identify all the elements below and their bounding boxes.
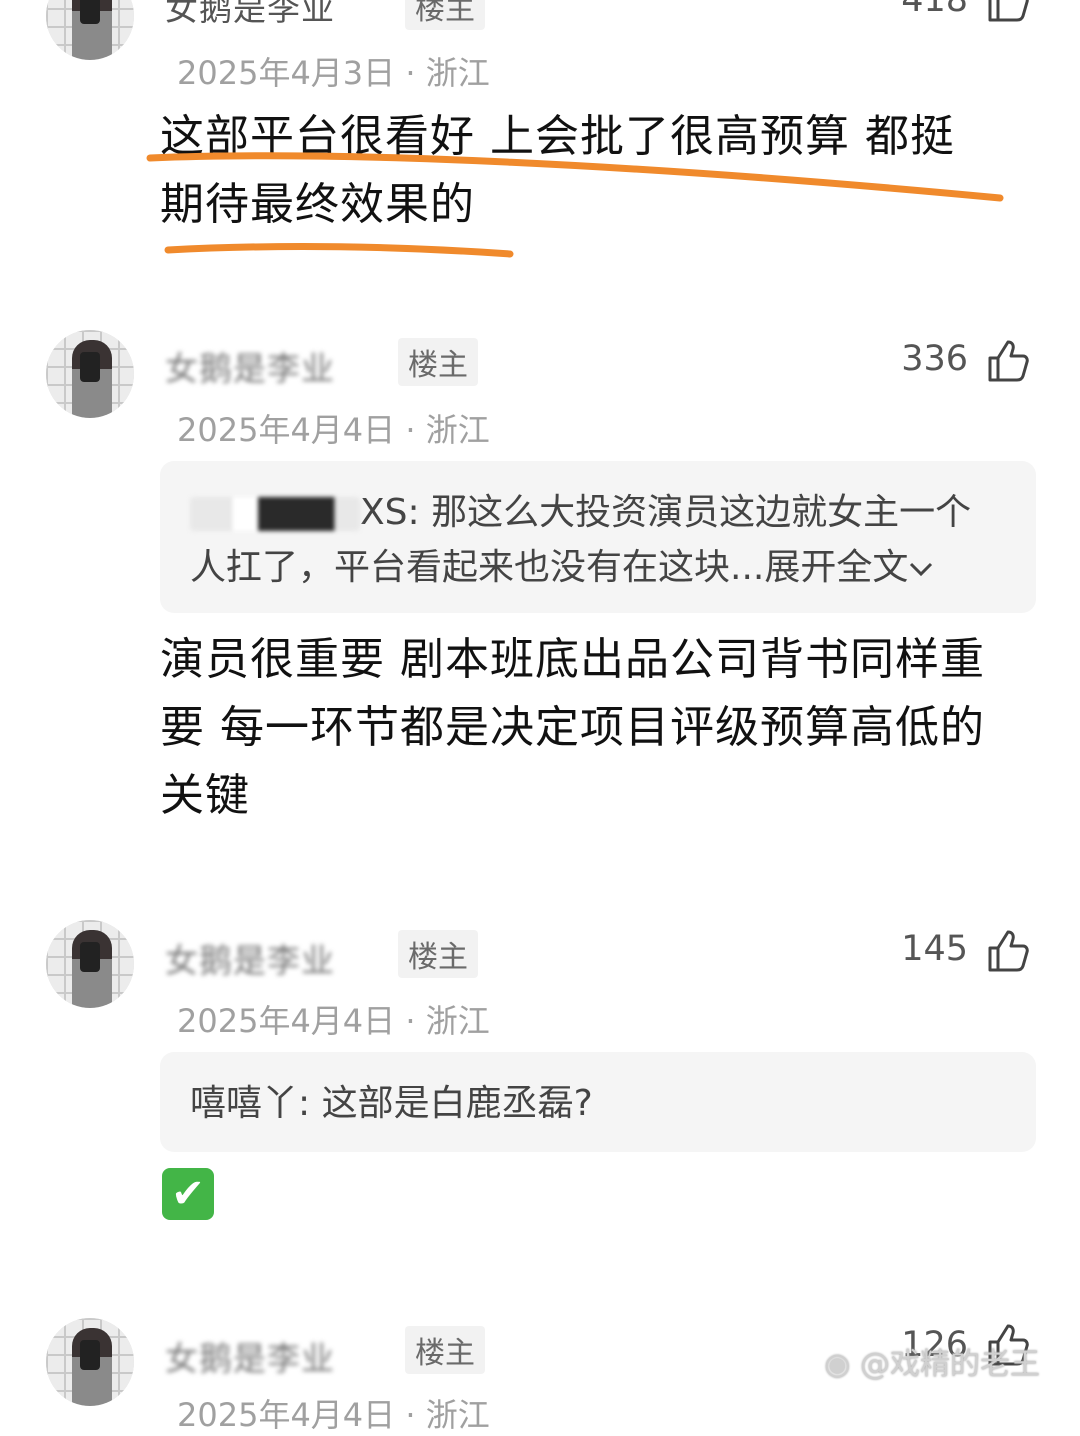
username[interactable]: 女鹅是李业 xyxy=(165,342,335,390)
quote-username-suffix: XS xyxy=(360,492,408,533)
like-count: 418 xyxy=(901,0,968,20)
thumbs-up-icon[interactable] xyxy=(984,336,1032,384)
comment-location: 浙江 xyxy=(425,54,490,92)
comment-location: 浙江 xyxy=(425,411,490,449)
watermark: ◉ @戏精的老王 xyxy=(824,1339,1040,1383)
meta-separator: · xyxy=(395,411,426,449)
avatar[interactable] xyxy=(46,920,134,1008)
comment-text-line: 演员很重要 剧本班底出品公司背书同样重 xyxy=(160,634,985,685)
thumbs-up-icon[interactable] xyxy=(984,926,1032,974)
comment-meta: 2025年4月4日 · 浙江 xyxy=(177,1390,490,1436)
comment-text: 演员很重要 剧本班底出品公司背书同样重 要 每一环节都是决定项目评级预算高低的 … xyxy=(160,626,1040,830)
quote-line: 人扛了，平台看起来也没有在这块...展开全文 xyxy=(190,540,1006,595)
comment-date: 2025年4月4日 xyxy=(177,1396,396,1434)
username[interactable]: 女鹅是李业 xyxy=(165,934,335,982)
watermark-text: @戏精的老王 xyxy=(860,1347,1040,1382)
comment-meta: 2025年4月4日 · 浙江 xyxy=(177,996,490,1042)
like-count: 336 xyxy=(901,339,968,379)
comment-date: 2025年4月4日 xyxy=(177,1002,396,1040)
quote-text: 人扛了，平台看起来也没有在这块... xyxy=(190,547,765,588)
comment-location: 浙江 xyxy=(425,1002,490,1040)
op-badge: 楼主 xyxy=(398,338,478,386)
like-count: 145 xyxy=(901,929,968,969)
quoted-reply[interactable]: XS: 那这么大投资演员这边就女主一个 人扛了，平台看起来也没有在这块...展开… xyxy=(160,461,1036,613)
weibo-logo-icon: ◉ xyxy=(824,1347,851,1382)
quote-line: XS: 那这么大投资演员这边就女主一个 xyxy=(190,485,1006,540)
meta-separator: · xyxy=(395,1396,426,1434)
avatar[interactable] xyxy=(46,0,134,60)
username[interactable]: 女鹅是李业 xyxy=(165,0,335,30)
quote-username: 嘻嘻丫 xyxy=(190,1083,299,1124)
op-badge: 楼主 xyxy=(405,1326,485,1374)
avatar[interactable] xyxy=(46,330,134,418)
avatar[interactable] xyxy=(46,1318,134,1406)
quote-line: 嘻嘻丫: 这部是白鹿丞磊? xyxy=(190,1076,1006,1131)
comment-date: 2025年4月3日 xyxy=(177,54,396,92)
meta-separator: · xyxy=(395,54,426,92)
quote-username-blurred xyxy=(190,497,360,531)
op-badge: 楼主 xyxy=(405,0,485,30)
quoted-reply[interactable]: 嘻嘻丫: 这部是白鹿丞磊? xyxy=(160,1052,1036,1152)
expand-full-text-link[interactable]: 展开全文 xyxy=(764,547,908,588)
op-badge: 楼主 xyxy=(398,930,478,978)
check-mark-icon: ✔ xyxy=(162,1168,214,1220)
comment-date: 2025年4月4日 xyxy=(177,411,396,449)
thumbs-up-icon[interactable] xyxy=(984,0,1032,24)
comment-meta: 2025年4月3日 · 浙江 xyxy=(177,48,490,94)
comment-text-line: 要 每一环节都是决定项目评级预算高低的 xyxy=(160,702,985,753)
chevron-down-icon[interactable] xyxy=(908,559,934,579)
comment-location: 浙江 xyxy=(425,1396,490,1434)
highlight-underline xyxy=(146,152,1004,258)
username[interactable]: 女鹅是李业 xyxy=(165,1332,335,1380)
comment-text-line: 关键 xyxy=(160,770,250,821)
quote-text: : 那这么大投资演员这边就女主一个 xyxy=(407,492,972,533)
meta-separator: · xyxy=(395,1002,426,1040)
comment-meta: 2025年4月4日 · 浙江 xyxy=(177,405,490,451)
quote-text: : 这部是白鹿丞磊? xyxy=(298,1083,593,1124)
